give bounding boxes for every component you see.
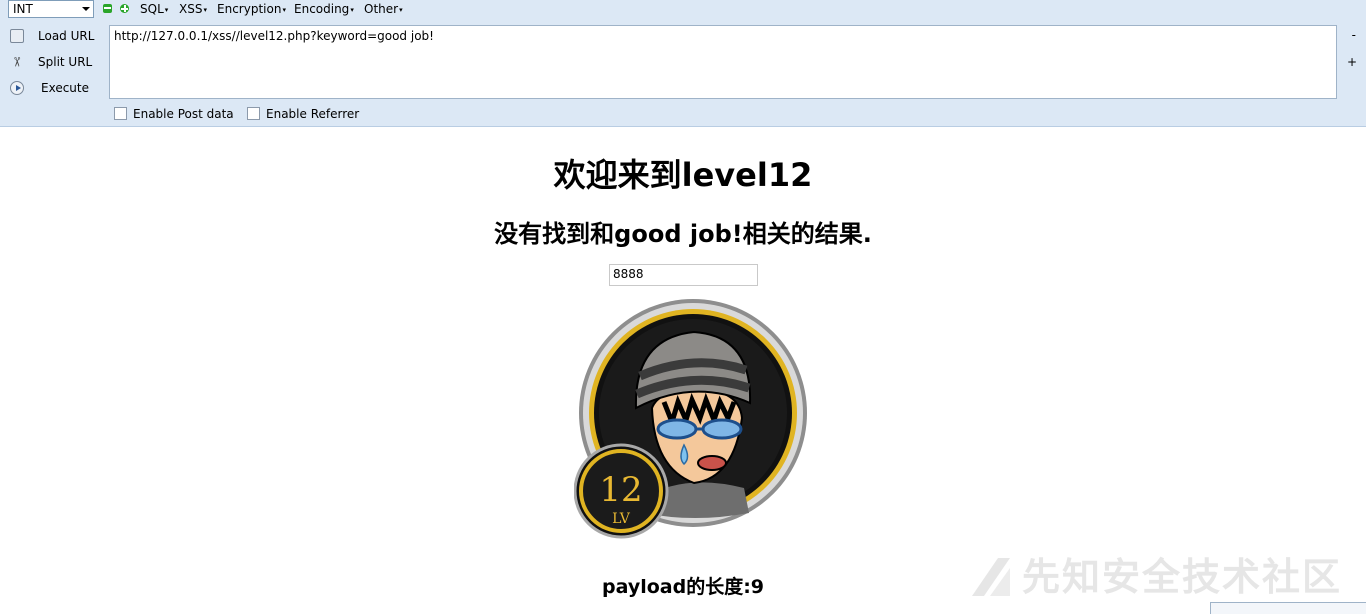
keyword-input[interactable]: 8888 — [609, 264, 758, 286]
page-content: 欢迎来到level12 没有找到和good job!相关的结果. 8888 12 — [0, 128, 1366, 610]
play-icon — [10, 81, 24, 95]
split-url-button[interactable]: Split URL — [8, 52, 104, 72]
dropdown-arrow-icon — [82, 7, 90, 11]
expand-button[interactable]: + — [1347, 55, 1357, 69]
menu-other[interactable]: Other▾ — [364, 1, 403, 18]
scissors-icon — [10, 55, 24, 69]
menu-other-label: Other — [364, 2, 399, 16]
enable-post-checkbox[interactable] — [114, 107, 127, 120]
execute-button[interactable]: Execute — [8, 78, 104, 98]
load-url-label: Load URL — [38, 29, 95, 43]
watermark: 先知安全技术社区 — [968, 554, 1366, 604]
caret-down-icon: ▾ — [350, 5, 354, 14]
decrease-icon[interactable] — [103, 4, 112, 13]
keyword-input-value: 8888 — [613, 267, 644, 281]
search-result-heading: 没有找到和good job!相关的结果. — [494, 220, 872, 248]
url-textarea[interactable]: http://127.0.0.1/xss//level12.php?keywor… — [109, 25, 1337, 99]
menu-xss[interactable]: XSS▾ — [179, 1, 207, 18]
menu-sql-label: SQL — [140, 2, 164, 16]
load-url-icon — [10, 29, 24, 43]
caret-down-icon: ▾ — [203, 5, 207, 14]
increase-icon[interactable] — [120, 4, 129, 13]
menu-encoding-label: Encoding — [294, 2, 350, 16]
enable-referrer-checkbox[interactable] — [247, 107, 260, 120]
watermark-logo-icon — [972, 558, 1010, 596]
badge-lv: LV — [612, 511, 631, 527]
enable-referrer-label: Enable Referrer — [266, 107, 360, 121]
menu-encoding[interactable]: Encoding▾ — [294, 1, 354, 18]
int-type-select[interactable]: INT — [8, 0, 94, 18]
caret-down-icon: ▾ — [399, 5, 403, 14]
execute-label: Execute — [41, 81, 89, 95]
menu-xss-label: XSS — [179, 2, 203, 16]
hackbar-menu-row: INT SQL▾ XSS▾ Encryption▾ Encoding▾ Othe… — [0, 0, 1366, 20]
watermark-text: 先知安全技术社区 — [1022, 555, 1343, 599]
hackbar-toolbar: INT SQL▾ XSS▾ Encryption▾ Encoding▾ Othe… — [0, 0, 1366, 127]
enable-post-label: Enable Post data — [133, 107, 234, 121]
caret-down-icon: ▾ — [282, 5, 286, 14]
split-url-label: Split URL — [38, 55, 93, 69]
int-select-value: INT — [13, 2, 33, 16]
level-avatar-image: 12 LV — [574, 299, 807, 539]
menu-encryption[interactable]: Encryption▾ — [217, 1, 286, 18]
url-text: http://127.0.0.1/xss//level12.php?keywor… — [114, 29, 434, 43]
page-title: 欢迎来到level12 — [553, 156, 813, 194]
menu-sql[interactable]: SQL▾ — [140, 1, 168, 18]
menu-encryption-label: Encryption — [217, 2, 282, 16]
badge-number: 12 — [599, 470, 642, 510]
shrink-button[interactable]: - — [1352, 28, 1356, 42]
caret-down-icon: ▾ — [164, 5, 169, 14]
bottom-corner-widget[interactable] — [1210, 602, 1366, 614]
load-url-button[interactable]: Load URL — [8, 26, 104, 46]
